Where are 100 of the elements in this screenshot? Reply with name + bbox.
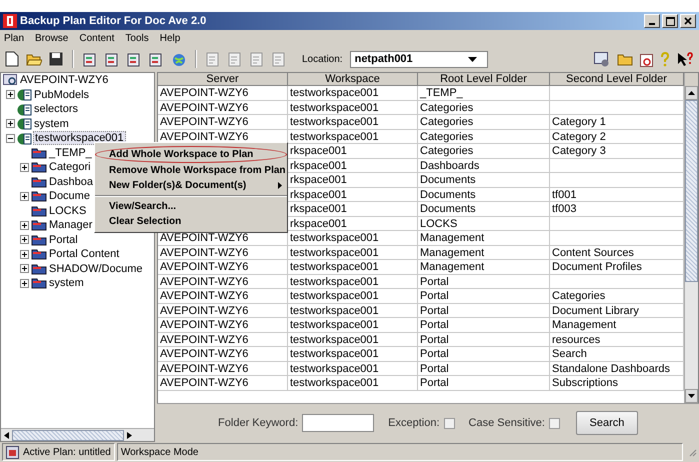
close-button[interactable]: [680, 14, 696, 28]
column-header[interactable]: Root Level Folder: [418, 73, 550, 86]
expander-icon[interactable]: [20, 250, 28, 259]
table-cell: Dashboards: [418, 158, 550, 173]
expander-icon[interactable]: [20, 162, 28, 172]
table-cell: testworkspace001: [288, 231, 418, 246]
folder-icon[interactable]: [617, 52, 633, 66]
table-cell: AVEPOINT-WZY6: [158, 260, 288, 274]
tree-item[interactable]: Dashboa: [48, 176, 94, 188]
expander-icon[interactable]: [6, 90, 14, 100]
globe-icon[interactable]: [171, 52, 186, 66]
tree-item[interactable]: SHADOW/Docume: [48, 262, 144, 275]
plan-icon: [6, 446, 19, 458]
expander-icon[interactable]: [20, 278, 28, 288]
tree-item[interactable]: Categori: [48, 161, 92, 174]
new-file-icon[interactable]: [5, 51, 19, 67]
expander-icon[interactable]: [6, 134, 14, 143]
location-dropdown[interactable]: netpath001: [350, 50, 488, 68]
table-cell: AVEPOINT-WZY6: [158, 332, 288, 347]
tree-item[interactable]: Manager: [48, 219, 94, 232]
tree-item[interactable]: _TEMP_: [48, 146, 93, 159]
menu-item[interactable]: Plan: [4, 32, 24, 44]
menu-item[interactable]: Content: [79, 32, 114, 44]
tree-item[interactable]: system: [33, 118, 70, 130]
scroll-down-icon: [688, 394, 695, 398]
maximize-button[interactable]: [662, 14, 678, 28]
table-cell: rkspace001: [288, 144, 418, 158]
document-icon[interactable]: [105, 52, 120, 66]
exception-checkbox[interactable]: [444, 418, 455, 428]
column-header[interactable]: Second Level Folder: [550, 73, 684, 86]
column-header[interactable]: Server: [158, 73, 288, 86]
table-cell: Categories: [550, 289, 684, 304]
menu-item[interactable]: Help: [160, 32, 180, 44]
menu-item[interactable]: Browse: [35, 32, 68, 44]
menu-item-label: Clear Selection: [109, 216, 182, 227]
table-cell: testworkspace001: [288, 86, 418, 100]
open-folder-icon[interactable]: [26, 52, 42, 66]
table-cell: Documents: [418, 202, 550, 216]
menu-item-label: View/Search...: [109, 201, 176, 212]
context-menu-item[interactable]: Remove Whole Workspace from Plan: [95, 163, 287, 178]
scroll-left-icon[interactable]: [4, 432, 9, 438]
expander-icon[interactable]: [20, 192, 28, 201]
save-icon[interactable]: [49, 52, 63, 66]
active-plan-status: Active Plan: untitled: [23, 446, 111, 458]
minimize-button[interactable]: [644, 14, 660, 28]
folder-keyword-label: Folder Keyword:: [218, 417, 298, 429]
scroll-right-icon[interactable]: [127, 432, 132, 438]
folder-icon: [31, 146, 47, 159]
expander-icon[interactable]: [20, 235, 28, 244]
table-cell: rkspace001: [288, 202, 418, 216]
document-icon[interactable]: [83, 52, 98, 66]
table-cell: testworkspace001: [288, 274, 418, 289]
tree-item[interactable]: selectors: [33, 103, 80, 116]
scrollbar-thumb[interactable]: [685, 100, 698, 282]
expander-icon[interactable]: [20, 220, 28, 230]
tree-item[interactable]: Docume: [48, 190, 91, 202]
resize-grip-icon[interactable]: [687, 447, 697, 457]
context-menu-item[interactable]: Add Whole Workspace to Plan: [95, 146, 287, 163]
tree-item[interactable]: AVEPOINT-WZY6: [19, 74, 110, 86]
table-cell: testworkspace001: [288, 376, 418, 390]
context-menu-item[interactable]: Clear Selection: [95, 214, 287, 229]
table-cell: rkspace001: [288, 216, 418, 231]
table-cell: Management: [418, 260, 550, 274]
context-menu-item[interactable]: New Folder(s)& Document(s): [95, 178, 287, 193]
folder-icon: [31, 161, 47, 174]
horizontal-scrollbar[interactable]: [1, 428, 154, 441]
search-button[interactable]: Search: [576, 411, 638, 435]
document-icon[interactable]: [149, 52, 164, 66]
menu-item-label: New Folder(s)& Document(s): [109, 180, 246, 191]
scroll-down-button[interactable]: [685, 389, 698, 403]
table-cell: Categories: [418, 130, 550, 144]
help-pointer-icon[interactable]: [677, 52, 693, 66]
tree-item[interactable]: PubModels: [33, 88, 90, 101]
column-header[interactable]: Workspace: [288, 73, 418, 86]
folder-keyword-field[interactable]: [302, 414, 374, 432]
table-cell: testworkspace001: [288, 347, 418, 362]
case-sensitive-checkbox[interactable]: [548, 418, 560, 428]
scrollbar-thumb[interactable]: [12, 430, 124, 440]
tree-item[interactable]: LOCKS: [48, 204, 88, 217]
table-cell: tf003: [550, 202, 684, 216]
vertical-scrollbar[interactable]: [684, 73, 698, 403]
expander-icon[interactable]: [20, 264, 28, 274]
document-icon[interactable]: [127, 52, 142, 66]
calendar-icon[interactable]: [640, 52, 653, 66]
globe-document-icon: [17, 102, 32, 116]
tree-item[interactable]: Portal: [48, 234, 79, 246]
scroll-up-button[interactable]: [685, 86, 698, 100]
tree-item[interactable]: system: [48, 277, 85, 290]
table-cell: rkspace001: [288, 158, 418, 173]
table-cell: Portal: [418, 289, 550, 304]
tree-item[interactable]: testworkspace001: [33, 131, 126, 146]
folder-icon: [31, 277, 47, 290]
settings-icon[interactable]: [594, 52, 610, 66]
close-icon: [684, 17, 692, 25]
expander-icon[interactable]: [6, 119, 14, 128]
tree-item[interactable]: Portal Content: [48, 248, 120, 260]
table-cell: Category 2: [550, 130, 684, 144]
table-cell: testworkspace001: [288, 304, 418, 318]
menu-item[interactable]: Tools: [125, 32, 149, 44]
table-cell: AVEPOINT-WZY6: [158, 376, 288, 390]
